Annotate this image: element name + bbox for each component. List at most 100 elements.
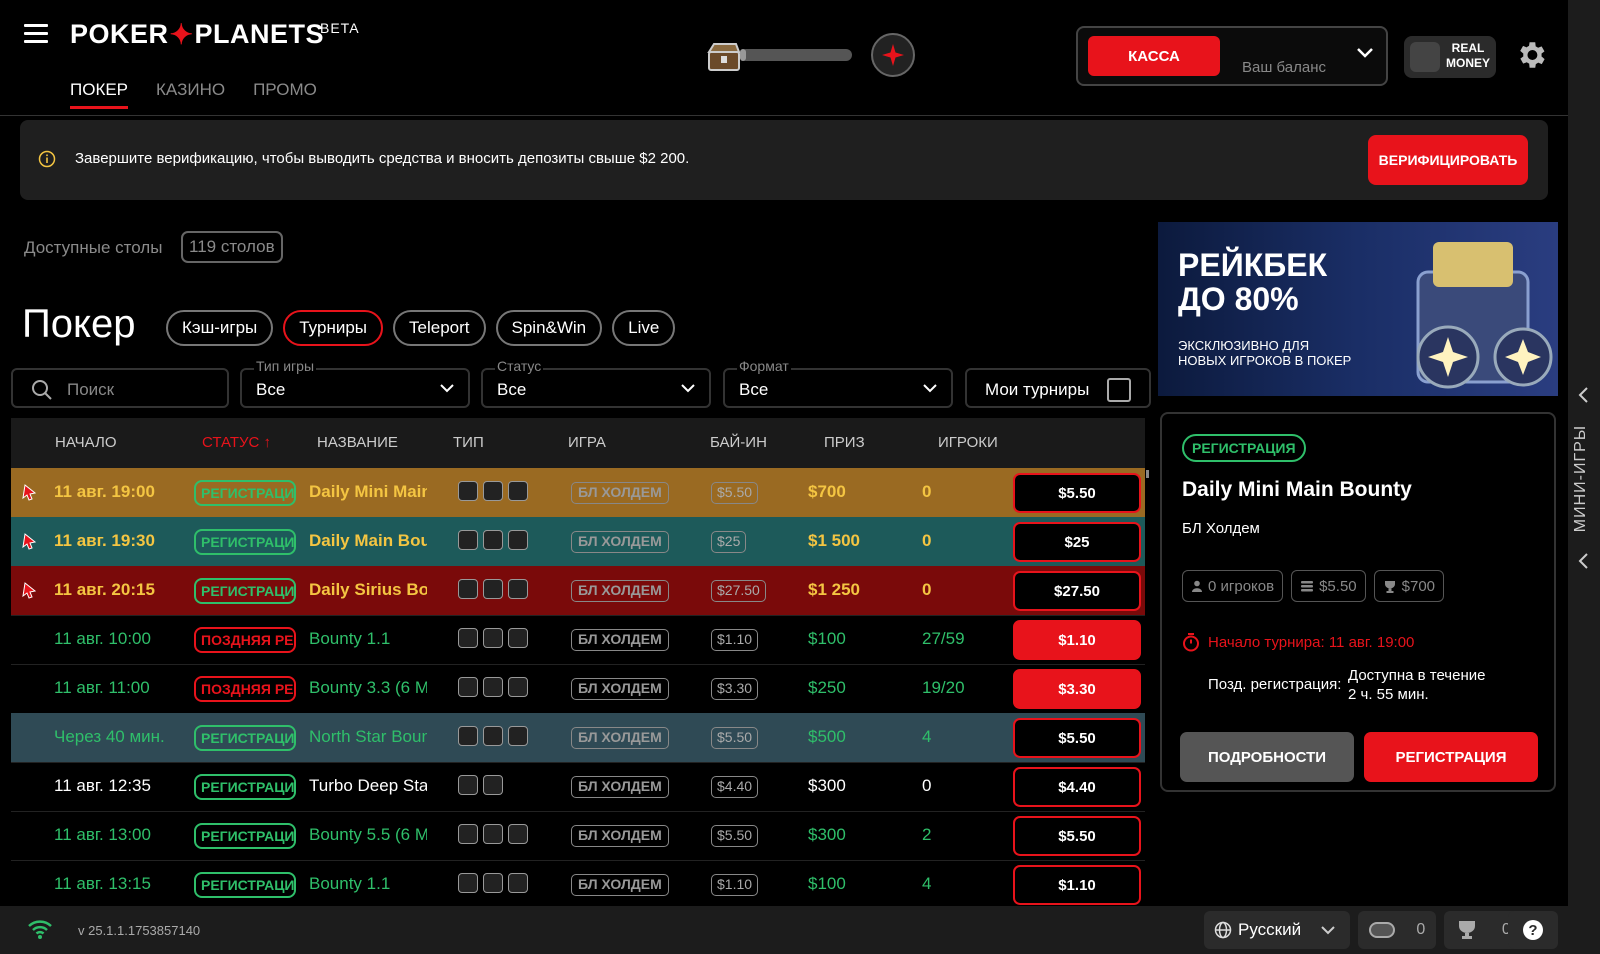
target-icon xyxy=(483,677,503,697)
col-status[interactable]: СТАТУС ↑ xyxy=(202,434,271,451)
table-row[interactable]: 11 авг. 11:00 ПОЗДНЯЯ РЕГИСТРАЦИЯ Bounty 3… xyxy=(11,664,1145,714)
details-button[interactable]: ПОДРОБНОСТИ xyxy=(1180,732,1354,782)
buyin-button[interactable]: $27.50 xyxy=(1013,571,1141,611)
prize-cell: $1 250 xyxy=(808,580,860,599)
players-cell: 4 xyxy=(922,727,932,746)
col-buyin[interactable]: БАЙ-ИН xyxy=(710,434,767,451)
bounty-icon xyxy=(458,530,478,550)
mini-games-label: МИНИ-ИГРЫ xyxy=(1572,425,1589,533)
chest-illustration-icon xyxy=(1416,242,1553,389)
tab-0[interactable]: ПОКЕР xyxy=(70,80,129,109)
tab-2[interactable]: ПРОМО xyxy=(253,80,317,109)
wallet-panel[interactable]: КАССА Ваш баланс xyxy=(1076,26,1388,86)
table-row[interactable]: 11 авг. 19:00 РЕГИСТРАЦИЯ Daily Mini Main … xyxy=(11,468,1145,518)
start-cell: 11 авг. 12:35 xyxy=(54,776,151,795)
table-row[interactable]: 11 авг. 13:00 РЕГИСТРАЦИЯ Bounty 5.5 (6 Ma… xyxy=(11,811,1145,861)
table-row[interactable]: 11 авг. 10:00 ПОЗДНЯЯ РЕГИСТРАЦИЯ Bounty 1… xyxy=(11,615,1145,665)
beta-label: BETA xyxy=(320,20,360,36)
status-badge: РЕГИСТРАЦИЯ xyxy=(194,578,296,604)
timer-icon xyxy=(1183,633,1199,652)
logo-star-icon: ✦ xyxy=(169,19,194,50)
tab-1[interactable]: КАЗИНО xyxy=(156,80,225,109)
game-type-select[interactable]: Тип игры Все xyxy=(240,358,470,408)
register-button[interactable]: РЕГИСТРАЦИЯ xyxy=(1364,732,1538,782)
col-game[interactable]: ИГРА xyxy=(568,434,606,451)
col-start[interactable]: НАЧАЛО xyxy=(55,434,117,451)
format-select[interactable]: Формат Все xyxy=(723,358,953,408)
my-tournaments-checkbox[interactable]: Мои турниры xyxy=(965,368,1151,408)
category-chip-1[interactable]: Турниры xyxy=(283,310,384,346)
type-icons xyxy=(458,824,528,844)
buyin-button[interactable]: $4.40 xyxy=(1013,767,1141,807)
buyin-badge: $3.30 xyxy=(711,678,759,700)
category-chip-4[interactable]: Live xyxy=(612,310,676,346)
checkbox[interactable] xyxy=(1107,378,1131,402)
category-chip-3[interactable]: Spin&Win xyxy=(495,310,603,346)
players-cell: 4 xyxy=(922,874,932,893)
chevron-down-icon xyxy=(1321,926,1335,935)
speed-icon xyxy=(508,873,528,893)
col-type[interactable]: ТИП xyxy=(453,434,484,451)
cashier-button[interactable]: КАССА xyxy=(1088,36,1220,76)
buyin-button[interactable]: $25 xyxy=(1013,522,1141,562)
verify-button[interactable]: ВЕРИФИЦИРОВАТЬ xyxy=(1368,135,1528,185)
buyin-button[interactable]: $5.50 xyxy=(1013,718,1141,758)
status-select[interactable]: Статус Все xyxy=(481,358,711,408)
category-chip-2[interactable]: Teleport xyxy=(393,310,486,346)
target-icon xyxy=(483,628,503,648)
tournament-name: Daily Mini Main Bounty xyxy=(1182,478,1412,501)
bounty-icon xyxy=(458,677,478,697)
col-name[interactable]: НАЗВАНИЕ xyxy=(317,434,398,451)
col-prize[interactable]: ПРИЗ xyxy=(824,434,865,451)
promo-banner[interactable]: РЕЙКБЕК ДО 80% ЭКСКЛЮЗИВНО ДЛЯ НОВЫХ ИГРОК… xyxy=(1158,222,1558,396)
buyin-button[interactable]: $5.50 xyxy=(1013,816,1141,856)
status-star-icon[interactable] xyxy=(871,33,915,77)
real-money-toggle[interactable]: REAL MONEY xyxy=(1404,36,1496,78)
bounty-icon xyxy=(458,628,478,648)
speed-icon xyxy=(483,775,503,795)
type-icons xyxy=(458,530,528,550)
target-icon xyxy=(483,873,503,893)
treasure-chest-icon[interactable] xyxy=(706,40,744,74)
chevron-left-icon[interactable] xyxy=(1577,552,1589,570)
players-cell: 27/59 xyxy=(922,629,965,648)
buyin-button[interactable]: $5.50 xyxy=(1013,473,1141,513)
col-players[interactable]: ИГРОКИ xyxy=(938,434,998,451)
category-chip-0[interactable]: Кэш-игры xyxy=(166,310,274,346)
start-cell: Через 40 мин. xyxy=(54,727,165,746)
table-row[interactable]: Через 40 мин. РЕГИСТРАЦИЯ North Star Bount… xyxy=(11,713,1145,763)
help-button[interactable]: ? xyxy=(1508,911,1558,949)
late-reg-label: Позд. регистрация: xyxy=(1208,676,1342,693)
table-row[interactable]: 11 авг. 12:35 РЕГИСТРАЦИЯ Turbo Deep Stack… xyxy=(11,762,1145,812)
bounty-icon xyxy=(458,775,478,795)
verification-text: Завершите верификацию, чтобы выводить ср… xyxy=(75,150,690,167)
mini-games-rail[interactable]: МИНИ-ИГРЫ xyxy=(1568,0,1600,954)
verification-banner: Завершите верификацию, чтобы выводить ср… xyxy=(20,120,1548,200)
language-select[interactable]: Русский xyxy=(1204,911,1350,949)
table-row[interactable]: 11 авг. 20:15 РЕГИСТРАЦИЯ Daily Sirius Bou… xyxy=(11,566,1145,616)
logo[interactable]: POKER ✦ PLANETS xyxy=(70,18,324,51)
game-badge: БЛ ХОЛДЕМ xyxy=(571,482,669,504)
target-icon xyxy=(483,579,503,599)
chevron-left-icon[interactable] xyxy=(1577,386,1589,404)
status-badge: РЕГИСТРАЦИЯ xyxy=(194,725,296,751)
table-row[interactable]: 11 авг. 13:15 РЕГИСТРАЦИЯ Bounty 1.1 БЛ ХОЛ… xyxy=(11,860,1145,906)
prize-cell: $300 xyxy=(808,825,846,844)
buyin-button[interactable]: $1.10 xyxy=(1013,620,1141,660)
chevron-down-icon[interactable] xyxy=(1356,47,1374,59)
search-input[interactable]: Поиск xyxy=(11,368,229,408)
scrollbar[interactable] xyxy=(1146,470,1149,478)
buyin-button[interactable]: $3.30 xyxy=(1013,669,1141,709)
table-row[interactable]: 11 авг. 19:30 РЕГИСТРАЦИЯ Daily Main Bount… xyxy=(11,517,1145,567)
wifi-icon xyxy=(28,920,52,939)
name-cell: Daily Main Bounty xyxy=(309,531,427,550)
globe-icon xyxy=(1214,921,1232,939)
players-cell: 0 xyxy=(922,482,932,501)
game-badge: БЛ ХОЛДЕМ xyxy=(571,874,669,896)
menu-icon[interactable] xyxy=(24,24,48,44)
buyin-button[interactable]: $1.10 xyxy=(1013,865,1141,905)
buyin-badge: $5.50 xyxy=(711,482,759,504)
tables-counter[interactable]: 0 xyxy=(1358,911,1436,949)
gear-icon[interactable] xyxy=(1514,38,1548,72)
balance-label: Ваш баланс xyxy=(1242,59,1327,76)
